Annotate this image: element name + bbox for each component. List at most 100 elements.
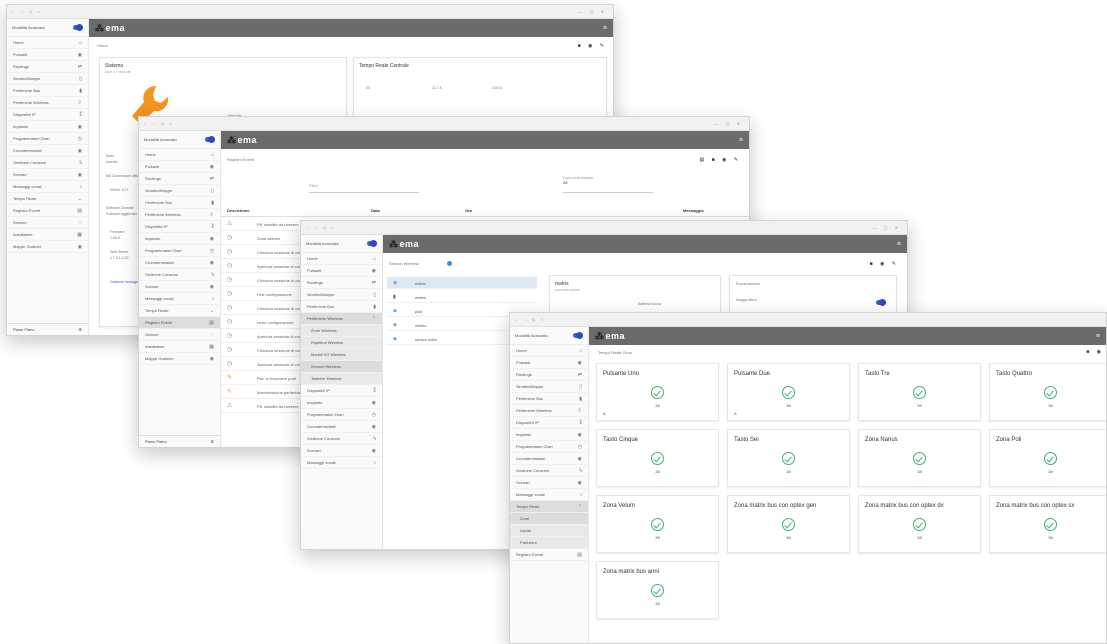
window-controls[interactable]: — ▢ ✕ [579, 9, 607, 14]
sidebar-item-scenari[interactable]: Scenari ◉ [139, 281, 220, 293]
list-item[interactable]: ◉ matrix [387, 277, 537, 289]
sidebar-item-periferiche-bus[interactable]: Periferiche Bus ▮ [139, 197, 220, 209]
sidebar-item-sinottici[interactable]: Sinottici/Mappe ▯ [139, 185, 220, 197]
sidebar-item-cronotermostati[interactable]: Cronotermostati ◉ [139, 257, 220, 269]
toolbar-icons[interactable]: ▤ ■ ◉ ✎ [700, 157, 741, 163]
window-controls[interactable]: — ▢ ✕ [873, 225, 901, 230]
sidebar-item-pulsanti[interactable]: Pulsanti ◉ [139, 161, 220, 173]
sidebar-footer[interactable]: Piano Piano ⚙ [139, 435, 220, 447]
sidebar-item-periferiche-bus[interactable]: Periferiche Bus ▮ [7, 85, 88, 97]
sidebar-item-impianto[interactable]: Impianto ◉ [301, 397, 382, 409]
hamburger-icon[interactable]: ≡ [739, 137, 743, 144]
sidebar-subitem-zone[interactable]: Zone [510, 513, 588, 525]
sidebar-item-periferiche-wireless[interactable]: Periferiche Wireless ⌔ [510, 405, 588, 417]
sidebar-item-routings[interactable]: Routings ⇄ [7, 61, 88, 73]
sidebar-item-messaggi[interactable]: Messaggi vocali ♪ [139, 293, 220, 305]
column-header[interactable]: Messaggio [683, 208, 704, 213]
sidebar-item-sinottici[interactable]: Sinottici/Mappe ▯ [7, 73, 88, 85]
zone-card[interactable]: Zona matrix bus con optex gen 38 [727, 495, 850, 553]
sidebar-item-messaggi[interactable]: Messaggi vocali ♪ [7, 181, 88, 193]
zone-card[interactable]: Zona matrix bus con optex dx 38 [858, 495, 981, 553]
zone-card[interactable]: Tasto Sei 38 [727, 429, 850, 487]
sidebar-item-cronotermostati[interactable]: Cronotermostati ◉ [7, 145, 88, 157]
sidebar-item-home[interactable]: Home ⌂ [7, 37, 88, 49]
toolbar-icons[interactable]: ■ ◉ [1086, 349, 1104, 355]
zone-card[interactable]: Zona matrix bus con optex sx 38 [989, 495, 1106, 553]
sidebar-item-periferiche-bus[interactable]: Periferiche Bus ▮ [301, 301, 382, 313]
sidebar-item-dispositivi-ip[interactable]: Dispositivi IP ⁑ [139, 221, 220, 233]
hamburger-icon[interactable]: ≡ [897, 241, 901, 248]
sidebar-item-programmatori[interactable]: Programmatori Orari ◷ [510, 441, 588, 453]
sidebar-item-tempo-reale[interactable]: Tempo Reale ⌃ [510, 501, 588, 513]
sidebar-item-tempo-reale[interactable]: Tempo Reale ⌄ [7, 193, 88, 205]
zone-card[interactable]: Zona Nanus 38 [858, 429, 981, 487]
sidebar-item-installatore[interactable]: Installatore ▦ [7, 229, 88, 241]
sidebar-subitem-sensori[interactable]: Sensori Wireless [301, 361, 382, 373]
zone-card[interactable]: Tasto Tre 38 [858, 363, 981, 421]
sidebar-item-gestione-consumi[interactable]: Gestione Consumi ϟ [7, 157, 88, 169]
hamburger-icon[interactable]: ≡ [603, 25, 607, 32]
list-item[interactable]: ▮ meteo [387, 291, 537, 303]
sidebar-item-scenari[interactable]: Scenari ◉ [510, 477, 588, 489]
sidebar-item-home[interactable]: Home ⌂ [510, 345, 588, 357]
sidebar-subitem-ripetitori[interactable]: Ripetitori Wireless [301, 337, 382, 349]
sidebar-item-messaggi[interactable]: Messaggi vocali ♪ [510, 489, 588, 501]
browser-nav-icons[interactable]: ← → C ⌂ [11, 9, 42, 14]
sidebar-item-periferiche-wireless[interactable]: Periferiche Wireless ⌔ [139, 209, 220, 221]
sidebar-item-gestione-consumi[interactable]: Gestione Consumi ϟ [510, 465, 588, 477]
zone-toggle[interactable] [876, 299, 886, 306]
sidebar-item-impianto[interactable]: Impianto ◉ [510, 429, 588, 441]
sidebar-item-routings[interactable]: Routings ⇄ [139, 173, 220, 185]
sidebar-item-impianto[interactable]: Impianto ◉ [139, 233, 220, 245]
sidebar-item-mappe[interactable]: Mappe Grafiche ◉ [139, 353, 220, 365]
profile-switch[interactable]: Modalità Avanzata [301, 235, 382, 253]
gestione-link[interactable]: Gestione Immagini [110, 280, 139, 284]
sidebar-item-programmatori[interactable]: Programmatori Orari ◷ [301, 409, 382, 421]
filter-input[interactable]: Filtra [309, 183, 419, 193]
sidebar-item-messaggi[interactable]: Messaggi vocali ♪ [301, 457, 382, 469]
sidebar-item-periferiche-wireless[interactable]: Periferiche Wireless ⌔ [7, 97, 88, 109]
sidebar-item-programmatori[interactable]: Programmatori Orari ◷ [7, 133, 88, 145]
sidebar-item-sensori[interactable]: Sensori ◌ [7, 217, 88, 229]
browser-nav-icons[interactable]: ← → C ⌂ [305, 225, 336, 230]
sidebar-item-pulsanti[interactable]: Pulsanti ◉ [301, 265, 382, 277]
sidebar-subitem-moduli-io[interactable]: Moduli I/O Wireless [301, 349, 382, 361]
mode-toggle[interactable] [367, 240, 377, 247]
sidebar-item-registro[interactable]: Registro Eventi ▤ [510, 549, 588, 561]
column-header[interactable]: Ora [465, 208, 472, 213]
date-select[interactable]: Data selezionata All [563, 175, 653, 193]
hamburger-icon[interactable]: ≡ [1096, 333, 1100, 340]
sidebar-item-pulsanti[interactable]: Pulsanti ◉ [7, 49, 88, 61]
sidebar-footer[interactable]: Piano Piano ⚙ [7, 323, 88, 335]
sidebar-item-gestione-consumi[interactable]: Gestione Consumi ϟ [301, 433, 382, 445]
column-header[interactable]: Data [371, 208, 380, 213]
sidebar-item-routings[interactable]: Routings ⇄ [510, 369, 588, 381]
sidebar-item-sinottici[interactable]: Sinottici/Mappe ▯ [301, 289, 382, 301]
sidebar-item-periferiche-wireless[interactable]: Periferiche Wireless ⌃ [301, 313, 382, 325]
sidebar-item-sinottici[interactable]: Sinottici/Mappe ▯ [510, 381, 588, 393]
mode-toggle[interactable] [73, 24, 83, 31]
zone-card[interactable]: Tasto Cinque 38 [596, 429, 719, 487]
sidebar-item-scenari[interactable]: Scenari ◉ [7, 169, 88, 181]
profile-switch[interactable]: Modalità Avanzata [139, 131, 220, 149]
zone-card[interactable]: Pulsante Due 38 A [727, 363, 850, 421]
sidebar-item-pulsanti[interactable]: Pulsanti ◉ [510, 357, 588, 369]
sidebar-item-installatore[interactable]: Installatore ▦ [139, 341, 220, 353]
sidebar-item-periferiche-bus[interactable]: Periferiche Bus ▮ [510, 393, 588, 405]
mode-toggle[interactable] [573, 332, 583, 339]
sidebar-item-registro[interactable]: Registro Eventi ▤ [139, 317, 220, 329]
sidebar-item-dispositivi-ip[interactable]: Dispositivi IP ⁑ [301, 385, 382, 397]
sidebar-item-routings[interactable]: Routings ⇄ [301, 277, 382, 289]
sidebar-item-programmatori[interactable]: Programmatori Orari ◷ [139, 245, 220, 257]
browser-nav-icons[interactable]: ← → C ⌂ [143, 121, 174, 126]
sidebar-item-dispositivi-ip[interactable]: Dispositivi IP ⁑ [510, 417, 588, 429]
zone-card[interactable]: Zona Velum 38 [596, 495, 719, 553]
window-controls[interactable]: — ▢ ✕ [715, 121, 743, 126]
sidebar-item-gestione-consumi[interactable]: Gestione Consumi ϟ [139, 269, 220, 281]
sidebar-item-home[interactable]: Home ⌂ [139, 149, 220, 161]
sidebar-subitem-zone-wireless[interactable]: Zone Wireless [301, 325, 382, 337]
sidebar-item-cronotermostati[interactable]: Cronotermostati ◉ [510, 453, 588, 465]
zone-card[interactable]: Zona Poli 38 [989, 429, 1106, 487]
sidebar-item-mappe[interactable]: Mappe Grafiche ◉ [7, 241, 88, 253]
sidebar-subitem-tastiere[interactable]: Tastiere Wireless [301, 373, 382, 385]
